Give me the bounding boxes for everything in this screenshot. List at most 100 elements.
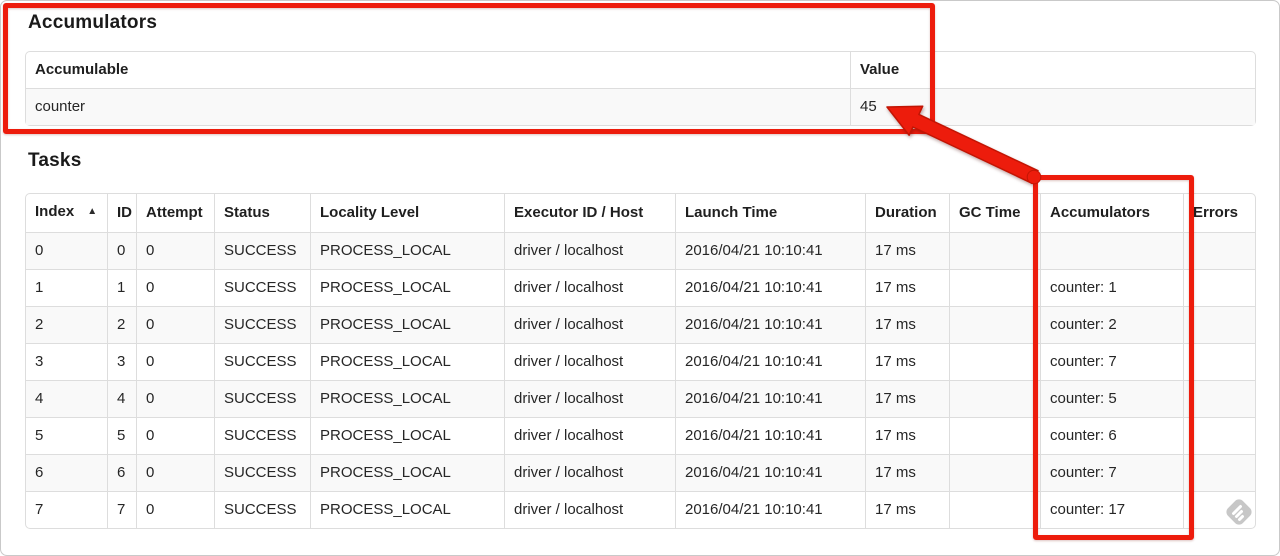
task-cell-index: 2	[26, 306, 107, 343]
task-cell-index: 5	[26, 417, 107, 454]
task-cell-id: 5	[107, 417, 136, 454]
task-cell-errors	[1183, 454, 1255, 491]
accumulable-table: Accumulable Value counter 45	[25, 51, 1256, 126]
task-cell-attempt: 0	[136, 343, 214, 380]
task-cell-status: SUCCESS	[214, 269, 310, 306]
accumulable-column-header[interactable]: Accumulable	[26, 52, 850, 88]
task-cell-index: 0	[26, 232, 107, 269]
task-cell-locality: PROCESS_LOCAL	[310, 343, 504, 380]
task-cell-errors	[1183, 343, 1255, 380]
accumulable-value-cell: 45	[850, 88, 1255, 125]
task-cell-launch: 2016/04/21 10:10:41	[675, 417, 865, 454]
accumulators-section-title: Accumulators	[28, 12, 158, 33]
task-cell-attempt: 0	[136, 306, 214, 343]
task-cell-accumulators	[1040, 232, 1183, 269]
attempt-column-header[interactable]: Attempt	[136, 194, 214, 232]
errors-column-header[interactable]: Errors	[1183, 194, 1255, 232]
accumulable-row: counter 45	[26, 88, 1255, 125]
task-cell-accumulators: counter: 7	[1040, 454, 1183, 491]
launch-time-column-header[interactable]: Launch Time	[675, 194, 865, 232]
task-cell-status: SUCCESS	[214, 491, 310, 528]
task-row: 1 1 0 SUCCESS PROCESS_LOCAL driver / localhos…	[26, 269, 1255, 306]
task-cell-launch: 2016/04/21 10:10:41	[675, 491, 865, 528]
accumulable-header-row: Accumulable Value	[26, 52, 1255, 88]
task-cell-index: 4	[26, 380, 107, 417]
task-cell-attempt: 0	[136, 454, 214, 491]
task-cell-duration: 17 ms	[865, 380, 949, 417]
accumulators-column-header[interactable]: Accumulators	[1040, 194, 1183, 232]
spark-ui-page: Accumulators Accumulable Value counter 4…	[0, 0, 1280, 556]
task-cell-id: 0	[107, 232, 136, 269]
task-cell-duration: 17 ms	[865, 306, 949, 343]
tasks-header-row: Index ▲ ID Attempt Status Locality Level …	[26, 194, 1255, 232]
task-cell-index: 1	[26, 269, 107, 306]
task-cell-accumulators: counter: 6	[1040, 417, 1183, 454]
task-cell-status: SUCCESS	[214, 417, 310, 454]
task-cell-launch: 2016/04/21 10:10:41	[675, 454, 865, 491]
duration-column-header[interactable]: Duration	[865, 194, 949, 232]
task-cell-accumulators: counter: 5	[1040, 380, 1183, 417]
task-cell-duration: 17 ms	[865, 269, 949, 306]
id-column-header[interactable]: ID	[107, 194, 136, 232]
task-cell-launch: 2016/04/21 10:10:41	[675, 306, 865, 343]
task-cell-accumulators: counter: 1	[1040, 269, 1183, 306]
task-cell-gc	[949, 343, 1040, 380]
task-cell-attempt: 0	[136, 491, 214, 528]
index-header-label: Index	[35, 203, 75, 220]
task-row: 7 7 0 SUCCESS PROCESS_LOCAL driver / localhos…	[26, 491, 1255, 528]
task-cell-status: SUCCESS	[214, 232, 310, 269]
task-cell-gc	[949, 454, 1040, 491]
task-cell-locality: PROCESS_LOCAL	[310, 380, 504, 417]
task-cell-launch: 2016/04/21 10:10:41	[675, 269, 865, 306]
executor-host-column-header[interactable]: Executor ID / Host	[504, 194, 675, 232]
task-cell-duration: 17 ms	[865, 454, 949, 491]
task-cell-executor: driver / localhost	[504, 306, 675, 343]
task-cell-locality: PROCESS_LOCAL	[310, 269, 504, 306]
value-column-header[interactable]: Value	[850, 52, 1255, 88]
task-cell-index: 7	[26, 491, 107, 528]
task-row: 5 5 0 SUCCESS PROCESS_LOCAL driver / localhos…	[26, 417, 1255, 454]
task-cell-launch: 2016/04/21 10:10:41	[675, 380, 865, 417]
task-cell-id: 2	[107, 306, 136, 343]
task-cell-errors	[1183, 269, 1255, 306]
task-cell-id: 3	[107, 343, 136, 380]
sort-ascending-icon: ▲	[87, 206, 98, 217]
task-cell-gc	[949, 232, 1040, 269]
task-cell-attempt: 0	[136, 380, 214, 417]
status-column-header[interactable]: Status	[214, 194, 310, 232]
task-cell-gc	[949, 269, 1040, 306]
index-column-header[interactable]: Index ▲	[26, 194, 107, 232]
task-cell-executor: driver / localhost	[504, 343, 675, 380]
task-cell-id: 1	[107, 269, 136, 306]
task-cell-duration: 17 ms	[865, 343, 949, 380]
task-cell-locality: PROCESS_LOCAL	[310, 417, 504, 454]
task-cell-index: 6	[26, 454, 107, 491]
task-row: 4 4 0 SUCCESS PROCESS_LOCAL driver / localhos…	[26, 380, 1255, 417]
task-cell-executor: driver / localhost	[504, 417, 675, 454]
task-cell-errors	[1183, 491, 1255, 528]
task-cell-launch: 2016/04/21 10:10:41	[675, 343, 865, 380]
task-cell-locality: PROCESS_LOCAL	[310, 454, 504, 491]
task-cell-locality: PROCESS_LOCAL	[310, 491, 504, 528]
task-cell-id: 6	[107, 454, 136, 491]
task-cell-status: SUCCESS	[214, 454, 310, 491]
task-cell-attempt: 0	[136, 232, 214, 269]
task-cell-errors	[1183, 417, 1255, 454]
task-cell-index: 3	[26, 343, 107, 380]
locality-level-column-header[interactable]: Locality Level	[310, 194, 504, 232]
task-cell-executor: driver / localhost	[504, 269, 675, 306]
task-cell-executor: driver / localhost	[504, 232, 675, 269]
task-row: 2 2 0 SUCCESS PROCESS_LOCAL driver / localhos…	[26, 306, 1255, 343]
task-cell-attempt: 0	[136, 417, 214, 454]
task-row: 3 3 0 SUCCESS PROCESS_LOCAL driver / localhos…	[26, 343, 1255, 380]
task-cell-locality: PROCESS_LOCAL	[310, 232, 504, 269]
task-row: 6 6 0 SUCCESS PROCESS_LOCAL driver / localhos…	[26, 454, 1255, 491]
task-cell-executor: driver / localhost	[504, 454, 675, 491]
task-cell-status: SUCCESS	[214, 306, 310, 343]
task-cell-gc	[949, 417, 1040, 454]
task-cell-accumulators: counter: 17	[1040, 491, 1183, 528]
tasks-table: Index ▲ ID Attempt Status Locality Level …	[25, 193, 1256, 529]
task-row: 0 0 0 SUCCESS PROCESS_LOCAL driver / localhos…	[26, 232, 1255, 269]
gc-time-column-header[interactable]: GC Time	[949, 194, 1040, 232]
task-cell-status: SUCCESS	[214, 343, 310, 380]
